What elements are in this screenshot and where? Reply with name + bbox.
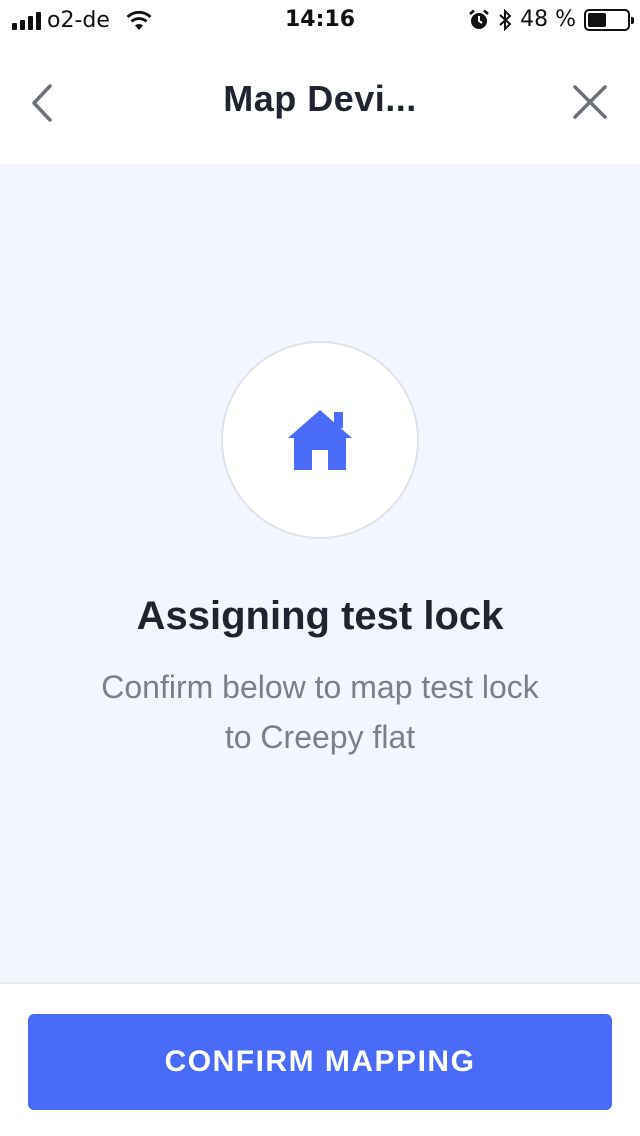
nav-bar: Map Devi... — [0, 40, 640, 164]
close-icon — [573, 85, 607, 119]
home-icon-container — [221, 341, 419, 539]
description: Confirm below to map test lock to Creepy… — [101, 669, 539, 755]
status-bar: o2-de 14:16 48 % — [0, 0, 640, 40]
status-right: 48 % — [468, 7, 634, 32]
status-left: o2-de — [12, 8, 152, 33]
close-button[interactable] — [566, 78, 614, 126]
alarm-icon — [469, 9, 489, 29]
main-content: Assigning test lock Confirm below to map… — [0, 164, 640, 982]
confirm-mapping-button[interactable]: CONFIRM MAPPING — [28, 1014, 612, 1110]
home-icon — [288, 410, 352, 470]
wifi-icon — [126, 10, 152, 30]
battery-level — [588, 12, 607, 27]
battery-icon — [584, 8, 634, 31]
headline: Assigning test lock — [136, 594, 504, 638]
footer: CONFIRM MAPPING — [0, 982, 640, 1136]
bluetooth-icon — [499, 8, 512, 31]
signal-icon — [12, 11, 41, 30]
battery-percent: 48 % — [520, 7, 576, 32]
carrier-name: o2-de — [47, 8, 110, 33]
page-title: Map Devi... — [223, 78, 417, 119]
